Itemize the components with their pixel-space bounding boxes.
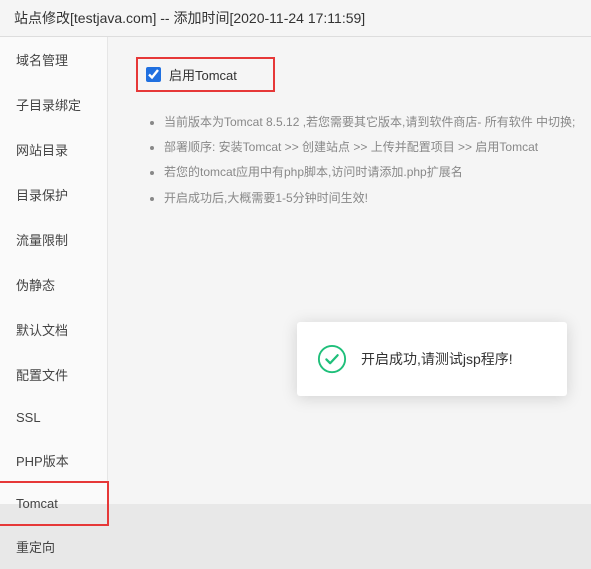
success-toast: 开启成功,请测试jsp程序! xyxy=(297,322,567,396)
sidebar-item-php[interactable]: PHP版本 xyxy=(0,438,107,483)
sidebar-item-label: 重定向 xyxy=(16,540,55,555)
enable-tomcat-checkbox[interactable] xyxy=(146,67,161,82)
sidebar-item-ssl[interactable]: SSL xyxy=(0,397,107,438)
sidebar-item-domain[interactable]: 域名管理 xyxy=(0,37,107,82)
sidebar-item-rewrite[interactable]: 伪静态 xyxy=(0,262,107,307)
sidebar-item-label: 子目录绑定 xyxy=(16,98,81,113)
sidebar-item-label: 流量限制 xyxy=(16,233,68,248)
dialog-body: 域名管理 子目录绑定 网站目录 目录保护 流量限制 伪静态 默认文档 配置文件 … xyxy=(0,37,591,504)
dialog-title: 站点修改[testjava.com] -- 添加时间[2020-11-24 17… xyxy=(14,10,365,26)
toast-message: 开启成功,请测试jsp程序! xyxy=(361,349,513,369)
sidebar: 域名管理 子目录绑定 网站目录 目录保护 流量限制 伪静态 默认文档 配置文件 … xyxy=(0,37,108,504)
notes-list: 当前版本为Tomcat 8.5.12 ,若您需要其它版本,请到软件商店- 所有软… xyxy=(136,110,591,211)
sidebar-item-sitedir[interactable]: 网站目录 xyxy=(0,127,107,172)
sidebar-item-label: 伪静态 xyxy=(16,278,55,293)
sidebar-item-label: 目录保护 xyxy=(16,188,68,203)
sidebar-item-tomcat[interactable]: Tomcat xyxy=(0,481,109,526)
sidebar-item-defaultdoc[interactable]: 默认文档 xyxy=(0,307,107,352)
note-item: 开启成功后,大概需要1-5分钟时间生效! xyxy=(164,186,591,211)
enable-tomcat-row: 启用Tomcat xyxy=(136,57,275,92)
sidebar-item-label: SSL xyxy=(16,410,41,425)
note-item: 若您的tomcat应用中有php脚本,访问时请添加.php扩展名 xyxy=(164,160,591,185)
tomcat-panel: 启用Tomcat 当前版本为Tomcat 8.5.12 ,若您需要其它版本,请到… xyxy=(108,37,591,504)
sidebar-item-subdir[interactable]: 子目录绑定 xyxy=(0,82,107,127)
sidebar-item-label: 域名管理 xyxy=(16,53,68,68)
sidebar-item-label: Tomcat xyxy=(16,496,58,511)
enable-tomcat-label: 启用Tomcat xyxy=(169,65,237,84)
sidebar-item-config[interactable]: 配置文件 xyxy=(0,352,107,397)
success-check-icon xyxy=(317,344,347,374)
sidebar-item-label: PHP版本 xyxy=(16,454,69,469)
note-item: 当前版本为Tomcat 8.5.12 ,若您需要其它版本,请到软件商店- 所有软… xyxy=(164,110,591,135)
note-item: 部署顺序: 安装Tomcat >> 创建站点 >> 上传并配置项目 >> 启用T… xyxy=(164,135,591,160)
sidebar-item-label: 配置文件 xyxy=(16,368,68,383)
sidebar-item-dirprotect[interactable]: 目录保护 xyxy=(0,172,107,217)
sidebar-item-label: 默认文档 xyxy=(16,323,68,338)
sidebar-item-ratelimit[interactable]: 流量限制 xyxy=(0,217,107,262)
sidebar-item-redirect[interactable]: 重定向 xyxy=(0,524,107,569)
dialog-header: 站点修改[testjava.com] -- 添加时间[2020-11-24 17… xyxy=(0,0,591,37)
sidebar-item-label: 网站目录 xyxy=(16,143,68,158)
